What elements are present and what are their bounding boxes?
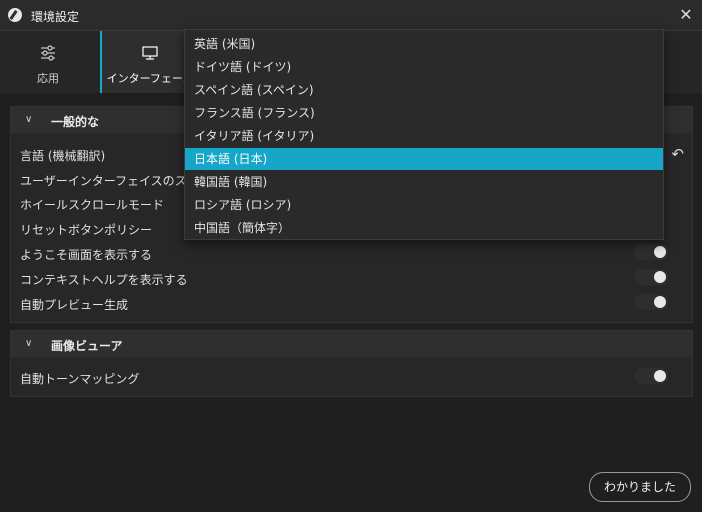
- context-help-toggle[interactable]: [634, 269, 668, 285]
- auto-preview-toggle[interactable]: [634, 294, 668, 310]
- language-option-selected[interactable]: 日本語 (日本): [185, 148, 663, 170]
- auto-tone-mapping-label: 自動トーンマッピング: [20, 372, 140, 386]
- language-option[interactable]: フランス語 (フランス): [185, 102, 663, 124]
- section-title: 一般的な: [51, 115, 100, 129]
- section-title: 画像ビューア: [51, 339, 123, 353]
- language-option[interactable]: ロシア語 (ロシア): [185, 194, 663, 216]
- image-viewer-section-header[interactable]: ∨ 画像ビューア: [11, 331, 692, 357]
- language-label: 言語 (機械翻訳): [20, 149, 106, 163]
- chevron-down-icon: ∨: [25, 114, 33, 125]
- language-option[interactable]: スペイン語 (スペイン): [185, 79, 663, 101]
- window-title: 環境設定: [31, 10, 80, 24]
- app-logo-icon: [8, 8, 22, 22]
- undo-icon[interactable]: ↶: [671, 145, 684, 163]
- wheel-scroll-label: ホイールスクロールモード: [20, 198, 165, 212]
- auto-tone-mapping-toggle[interactable]: [634, 368, 668, 384]
- language-option[interactable]: 英語 (米国): [185, 33, 663, 55]
- language-dropdown-menu: 英語 (米国) ドイツ語 (ドイツ) スペイン語 (スペイン) フランス語 (フ…: [184, 29, 664, 240]
- welcome-screen-label: ようこそ画面を表示する: [20, 248, 153, 262]
- context-help-label: コンテキストヘルプを表示する: [20, 273, 188, 287]
- monitor-icon: [142, 46, 158, 60]
- tab-label: 応用: [37, 72, 59, 85]
- sliders-icon: [41, 45, 55, 61]
- language-option[interactable]: ドイツ語 (ドイツ): [185, 56, 663, 78]
- ok-button[interactable]: わかりました: [589, 472, 691, 502]
- title-bar: 環境設定 ✕: [0, 0, 702, 31]
- language-option[interactable]: イタリア語 (イタリア): [185, 125, 663, 147]
- close-icon[interactable]: ✕: [676, 5, 696, 25]
- auto-preview-label: 自動プレビュー生成: [20, 298, 129, 312]
- image-viewer-section: ∨ 画像ビューア 自動トーンマッピング: [10, 330, 693, 397]
- chevron-down-icon: ∨: [25, 338, 33, 349]
- language-option[interactable]: 中国語（簡体字）: [185, 217, 663, 239]
- tab-advanced[interactable]: 応用: [0, 31, 96, 93]
- language-option[interactable]: 韓国語 (韓国): [185, 171, 663, 193]
- welcome-screen-toggle[interactable]: [634, 244, 668, 260]
- reset-policy-label: リセットボタンポリシー: [20, 223, 153, 237]
